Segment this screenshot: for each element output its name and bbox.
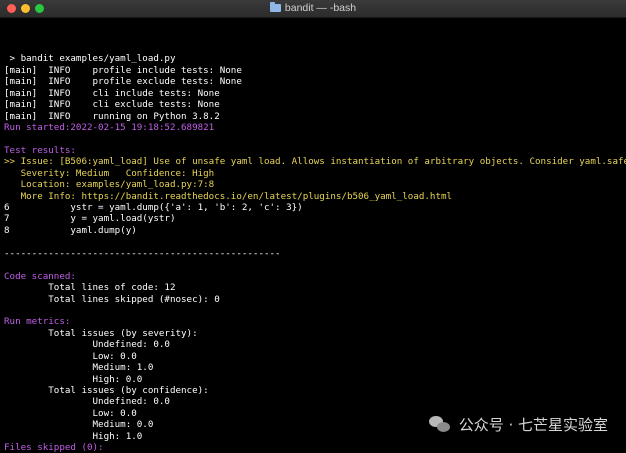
window-title: bandit — -bash: [0, 0, 626, 17]
window-title-text: bandit — -bash: [284, 2, 357, 14]
terminal-line: 8 yaml.dump(y): [4, 224, 137, 236]
terminal-line: Total lines skipped (#nosec): 0: [4, 293, 220, 305]
terminal-line: Location: examples/yaml_load.py:7:8: [4, 179, 215, 191]
terminal-line: Run metrics:: [4, 316, 71, 328]
terminal-line: Files skipped (0):: [4, 442, 104, 453]
terminal-line: Test results:: [4, 144, 76, 156]
terminal-line: Code scanned:: [4, 270, 76, 282]
terminal-output[interactable]: > bandit examples/yaml_load.py [main] INF…: [4, 19, 626, 453]
terminal-line: Run started:2022-02-15 19:18:52.689821: [4, 121, 215, 133]
terminal-line: Low: 0.0: [4, 350, 137, 362]
terminal-line: High: 0.0: [4, 373, 143, 385]
terminal-line: [main] INFO cli exclude tests: None: [4, 99, 220, 111]
terminal-line: Total issues (by confidence):: [4, 385, 209, 397]
terminal-line: [main] INFO cli include tests: None: [4, 87, 220, 99]
terminal-line: > bandit examples/yaml_load.py: [4, 53, 176, 65]
terminal-window: bandit — -bash > bandit examples/yaml_lo…: [0, 0, 626, 453]
terminal-line: Medium: 1.0: [4, 362, 154, 374]
terminal-line: Undefined: 0.0: [4, 396, 170, 408]
watermark: 公众号 · 七芒星实验室: [428, 414, 608, 435]
folder-icon: [269, 2, 281, 12]
terminal-line: Undefined: 0.0: [4, 339, 170, 351]
terminal-line: >> Issue: [B506:yaml_load] Use of unsafe…: [4, 156, 626, 168]
watermark-text: 公众号 · 七芒星实验室: [458, 416, 608, 434]
terminal-line: More Info: https://bandit.readthedocs.io…: [4, 190, 453, 202]
terminal-line: [main] INFO profile include tests: None: [4, 64, 242, 76]
wechat-icon: [428, 415, 451, 434]
terminal-line: [main] INFO running on Python 3.8.2: [4, 110, 220, 122]
terminal-line: Severity: Medium Confidence: High: [4, 167, 215, 179]
terminal-line: [main] INFO profile exclude tests: None: [4, 76, 242, 88]
terminal-line: Total lines of code: 12: [4, 282, 176, 294]
terminal-line: ----------------------------------------…: [4, 247, 281, 259]
terminal-line: 7 y = yaml.load(ystr): [4, 213, 176, 225]
terminal-line: 6 ystr = yaml.dump({'a': 1, 'b': 2, 'c':…: [4, 202, 303, 214]
title-bar: bandit — -bash: [0, 0, 626, 18]
terminal-line: Total issues (by severity):: [4, 327, 198, 339]
